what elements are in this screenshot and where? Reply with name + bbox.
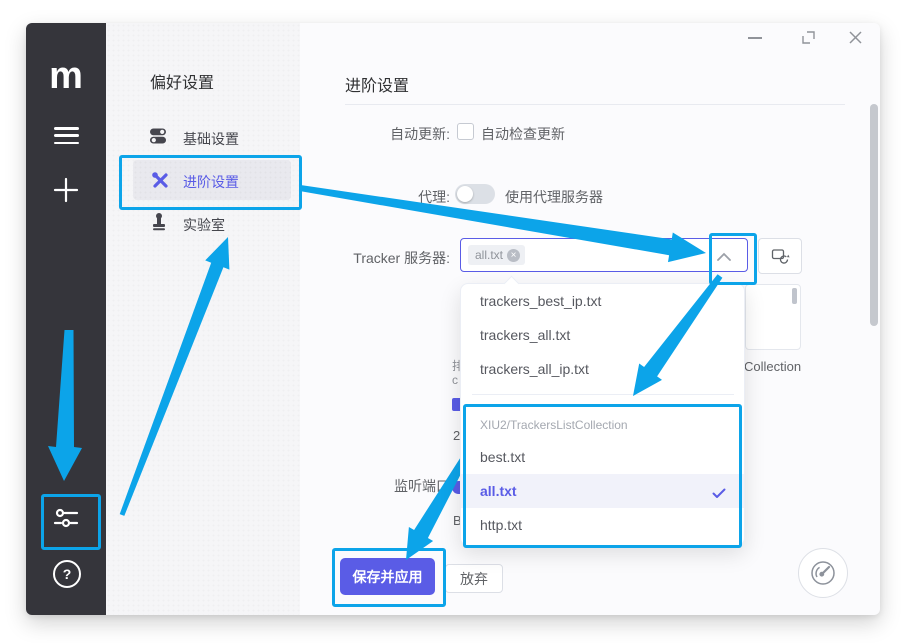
maximize-button[interactable] — [801, 30, 816, 50]
sidebar-item-basic-settings[interactable]: 基础设置 — [183, 129, 239, 149]
desktop-background: m ? 偏好设置 基础设置 进阶设置 实验室 — [0, 0, 906, 643]
task-list-icon[interactable] — [54, 127, 79, 149]
proxy-label: 代理: — [300, 187, 450, 207]
tracker-textarea-fragment[interactable] — [745, 284, 801, 350]
page-title: 进阶设置 — [345, 72, 409, 96]
dropdown-divider — [472, 394, 734, 395]
auto-update-label: 自动更新: — [300, 124, 450, 144]
close-icon — [848, 30, 863, 45]
add-task-icon[interactable] — [52, 176, 80, 204]
motrix-logo: m — [46, 57, 86, 95]
tracker-label: Tracker 服务器: — [300, 248, 450, 268]
sidebar-item-lab[interactable]: 实验室 — [183, 215, 225, 235]
auto-update-checkbox[interactable] — [457, 123, 474, 140]
hint-text-fragment-1: 排 — [452, 357, 460, 374]
dropdown-option[interactable]: trackers_all_ip.txt — [461, 352, 744, 386]
letter-fragment: B — [453, 513, 460, 528]
tag-remove-icon[interactable]: × — [507, 249, 520, 262]
tracker-tag[interactable]: all.txt × — [468, 245, 525, 265]
help-icon[interactable]: ? — [53, 560, 81, 588]
speed-gauge-icon — [809, 559, 837, 587]
screen-refresh-icon — [771, 248, 790, 264]
toggle-knob — [457, 186, 473, 202]
listen-port-label: 监听端口 — [300, 476, 450, 496]
title-divider — [345, 104, 845, 105]
engine-status-button[interactable] — [798, 548, 848, 598]
preferences-title: 偏好设置 — [150, 69, 214, 93]
annotation-box-save-button — [332, 548, 446, 607]
number-fragment: 2 — [453, 428, 460, 443]
proxy-toggle[interactable] — [455, 184, 495, 204]
auto-update-option-label: 自动检查更新 — [481, 124, 565, 144]
annotation-box-preferences-icon — [41, 494, 101, 550]
collection-text-fragment: Collection — [744, 359, 801, 374]
annotation-box-chevron — [709, 233, 757, 285]
window-scrollbar[interactable] — [870, 104, 878, 326]
sync-trackers-button[interactable] — [758, 238, 802, 274]
annotation-box-dropdown-group — [463, 404, 742, 548]
preferences-sidebar — [106, 23, 300, 615]
hint-text-fragment-2: c — [452, 373, 460, 387]
dropdown-option[interactable]: trackers_all.txt — [461, 318, 744, 352]
tracker-tag-label: all.txt — [475, 248, 503, 262]
annotation-box-advanced-settings — [119, 155, 302, 210]
basic-settings-icon — [149, 128, 167, 149]
plus-icon — [52, 176, 80, 204]
dropdown-option[interactable]: trackers_best_ip.txt — [461, 284, 744, 318]
textarea-scrollbar[interactable] — [792, 288, 797, 304]
lab-icon — [151, 212, 167, 236]
close-button[interactable] — [848, 30, 863, 50]
maximize-icon — [801, 30, 816, 45]
discard-button[interactable]: 放弃 — [445, 564, 503, 593]
proxy-option-label: 使用代理服务器 — [505, 187, 603, 207]
minimize-button[interactable] — [748, 37, 762, 39]
